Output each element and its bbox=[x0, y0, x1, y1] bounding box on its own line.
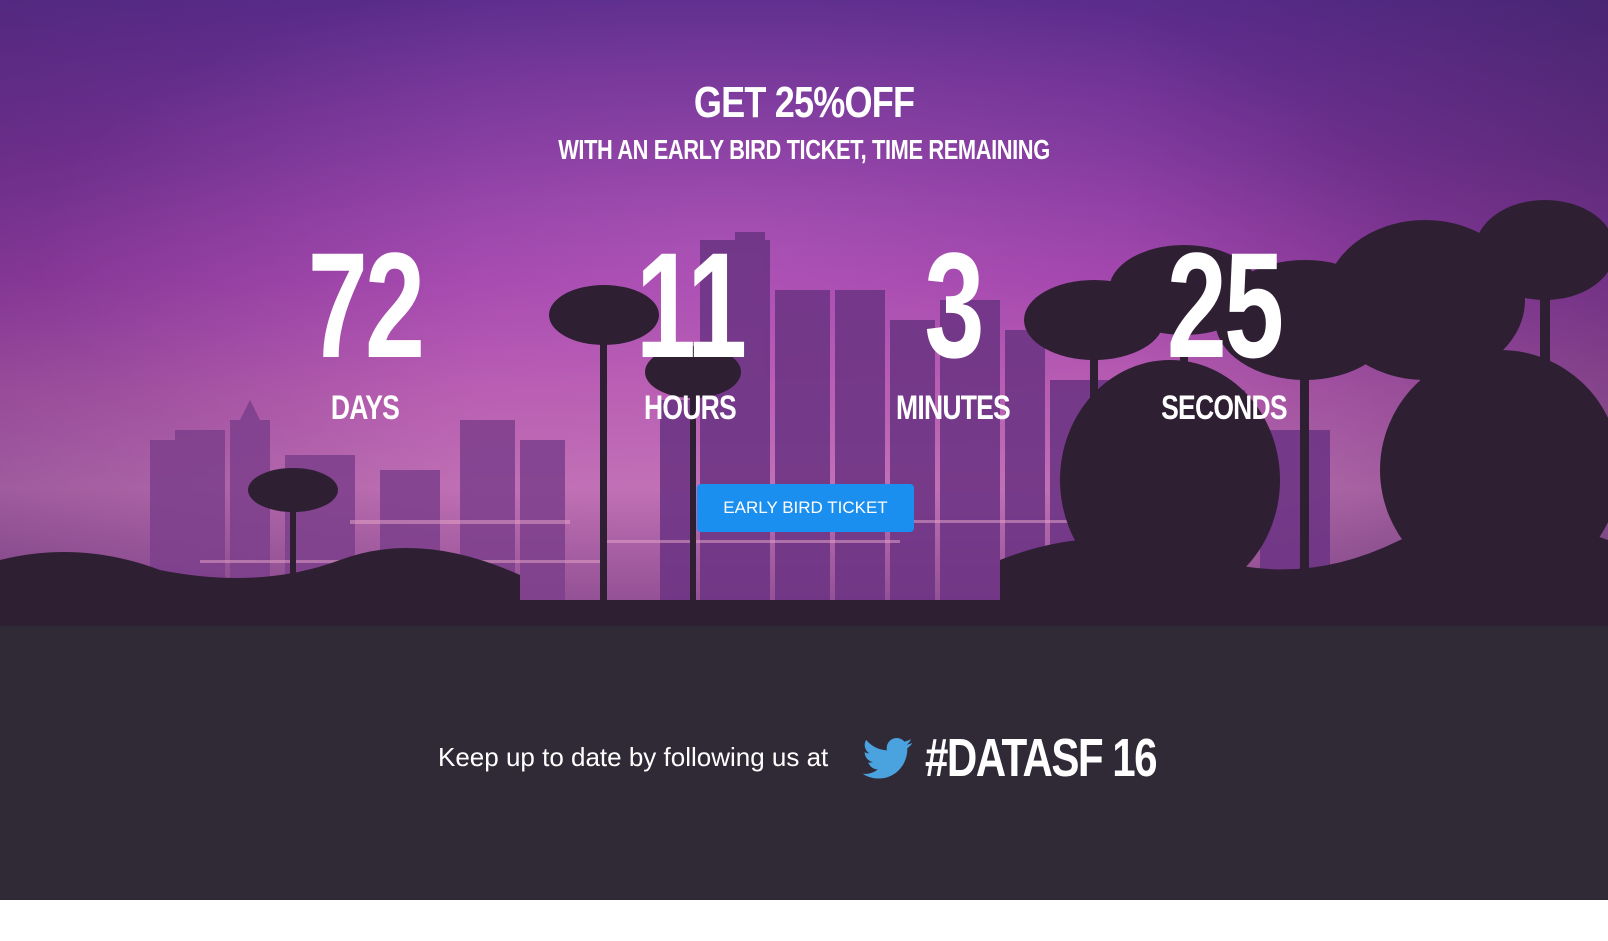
twitter-hashtag-link[interactable]: #DATASF 16 bbox=[925, 730, 1158, 786]
countdown-minutes-label: MINUTES bbox=[896, 389, 1011, 427]
countdown-days: 72 DAYS bbox=[245, 230, 485, 426]
early-bird-ticket-button[interactable]: EARLY BIRD TICKET bbox=[697, 484, 914, 532]
promo-subline: WITH AN EARLY BIRD TICKET, TIME REMAININ… bbox=[558, 134, 1050, 165]
countdown-minutes-value: 3 bbox=[924, 221, 984, 389]
footer-section: Keep up to date by following us at #DATA… bbox=[0, 626, 1608, 900]
countdown-days-label: DAYS bbox=[330, 389, 400, 427]
promo-headline: GET 25%OFF bbox=[693, 78, 915, 127]
countdown-seconds-label: SECONDS bbox=[1161, 389, 1287, 427]
follow-us-text: Keep up to date by following us at bbox=[438, 742, 829, 772]
countdown-minutes: 3 MINUTES bbox=[833, 230, 1073, 426]
countdown-hours-label: HOURS bbox=[644, 389, 737, 427]
countdown-hours: 11 HOURS bbox=[570, 230, 810, 426]
countdown-days-value: 72 bbox=[307, 221, 425, 389]
countdown-seconds: 25 SECONDS bbox=[1104, 230, 1344, 426]
twitter-icon[interactable] bbox=[862, 738, 914, 780]
countdown-seconds-value: 25 bbox=[1166, 221, 1284, 389]
hero-section: GET 25%OFF WITH AN EARLY BIRD TICKET, TI… bbox=[0, 0, 1608, 626]
countdown-hours-value: 11 bbox=[635, 221, 747, 389]
